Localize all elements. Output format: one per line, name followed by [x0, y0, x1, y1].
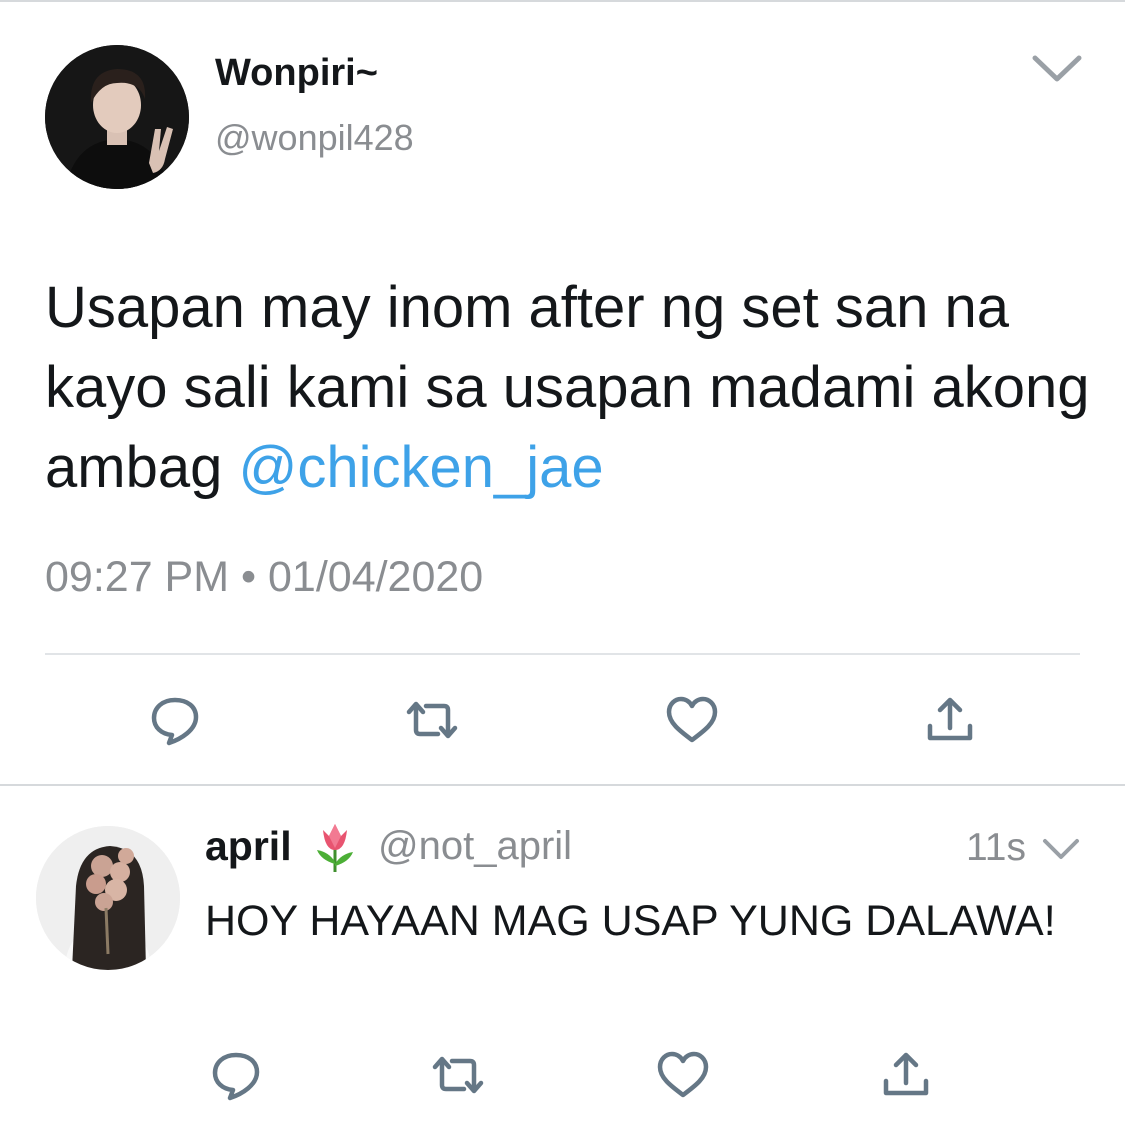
chevron-down-icon[interactable]	[1030, 52, 1084, 86]
reply-icon[interactable]	[145, 690, 205, 750]
chevron-down-icon[interactable]	[1041, 836, 1081, 862]
author-display-name[interactable]: Wonpiri~	[215, 52, 378, 95]
author-handle[interactable]: @wonpil428	[215, 117, 414, 159]
reply-time: 11s	[966, 826, 1026, 869]
action-divider	[45, 653, 1080, 655]
reply-icon[interactable]	[206, 1045, 266, 1105]
tweet-text: Usapan may inom after ng set san na kayo…	[45, 268, 1105, 508]
author-avatar[interactable]	[45, 45, 189, 189]
top-divider	[0, 0, 1125, 2]
reply-display-name[interactable]: april	[205, 823, 292, 870]
reply-author-avatar[interactable]	[36, 826, 180, 970]
like-icon[interactable]	[662, 690, 722, 750]
reply-author-handle[interactable]: @not_april	[378, 824, 572, 869]
mention-link[interactable]: @chicken_jae	[238, 435, 603, 500]
tweet-timestamp[interactable]: 09:27 PM • 01/04/2020	[45, 553, 483, 602]
retweet-icon[interactable]	[402, 690, 462, 750]
tweet-separator	[0, 784, 1125, 786]
share-icon[interactable]	[920, 690, 980, 750]
tulip-emoji-icon	[313, 820, 357, 874]
like-icon[interactable]	[653, 1045, 713, 1105]
retweet-icon[interactable]	[428, 1045, 488, 1105]
reply-text: HOY HAYAAN MAG USAP YUNG DALAWA!	[205, 897, 1056, 945]
share-icon[interactable]	[876, 1045, 936, 1105]
